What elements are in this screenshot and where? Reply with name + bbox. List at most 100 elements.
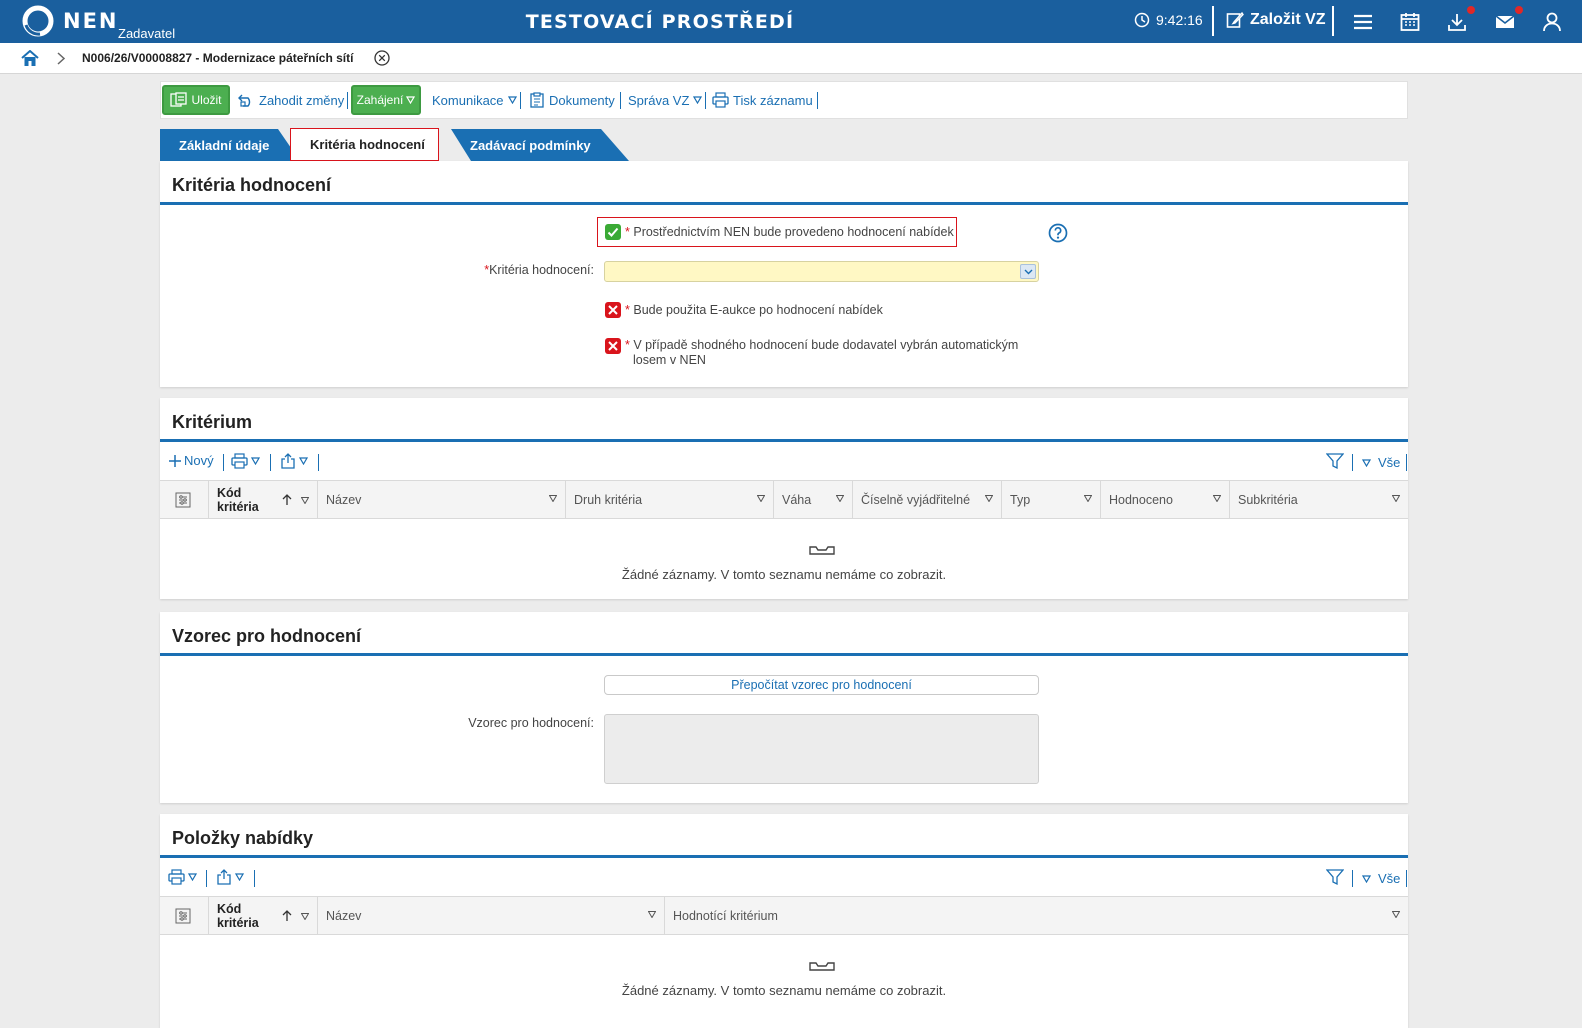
communication-menu[interactable]: Komunikace	[432, 82, 517, 118]
session-clock: 9:42:16	[1134, 12, 1203, 28]
close-icon[interactable]	[374, 50, 390, 66]
mail-button[interactable]	[1494, 6, 1523, 33]
chevron-down-icon	[693, 96, 703, 104]
column-label: Hodnotící kritérium	[673, 909, 778, 923]
column-evaluated[interactable]: Hodnoceno	[1100, 481, 1229, 519]
user-icon[interactable]	[1541, 11, 1563, 33]
column-label: Kód kritéria	[217, 486, 259, 514]
recalculate-formula-button[interactable]: Přepočítat vzorec pro hodnocení	[604, 675, 1039, 695]
criterion-panel: Kritérium Nový Vše Kód kritéria Název Dr…	[160, 398, 1408, 599]
column-criterion-kind[interactable]: Druh kritéria	[565, 481, 773, 519]
filter-icon[interactable]	[1326, 453, 1344, 470]
save-button[interactable]: Uložit	[162, 85, 230, 115]
print-menu[interactable]	[168, 869, 197, 885]
divider	[1406, 454, 1407, 471]
column-label: Typ	[1010, 493, 1031, 507]
column-numeric[interactable]: Číselně vyjádřitelné	[852, 481, 1001, 519]
column-type[interactable]: Typ	[1001, 481, 1100, 519]
column-name[interactable]: Název	[317, 481, 565, 519]
chevron-down-icon[interactable]	[301, 497, 309, 504]
empty-message: Žádné záznamy. V tomto seznamu nemáme co…	[621, 983, 947, 998]
tab-evaluation-criteria[interactable]: Kritéria hodnocení	[290, 128, 439, 161]
lottery-label: * V případě shodného hodnocení bude doda…	[625, 338, 1019, 367]
chevron-down-icon[interactable]	[1084, 495, 1092, 502]
home-icon[interactable]	[21, 50, 39, 67]
column-settings[interactable]	[160, 481, 208, 519]
nen-evaluation-checkbox[interactable]	[605, 224, 621, 240]
calendar-icon[interactable]	[1399, 11, 1421, 33]
document-icon	[530, 92, 544, 108]
filter-all-dropdown[interactable]: Vše	[1362, 871, 1400, 886]
column-label: Subkritéria	[1238, 493, 1298, 507]
print-menu[interactable]	[231, 453, 260, 469]
chevron-down-icon[interactable]	[985, 495, 993, 502]
chevron-down-icon	[507, 96, 517, 104]
offer-items-grid-header: Kód kritéria Název Hodnotící kritérium	[160, 896, 1408, 935]
column-settings[interactable]	[160, 897, 208, 935]
discard-changes-button[interactable]: Zahodit změny	[238, 82, 344, 118]
criteria-panel: Kritéria hodnocení * Prostřednictvím NEN…	[160, 161, 1408, 387]
chevron-down-icon[interactable]	[648, 911, 656, 918]
new-label: Nový	[184, 453, 214, 468]
empty-message: Žádné záznamy. V tomto seznamu nemáme co…	[621, 567, 947, 582]
print-record-button[interactable]: Tisk záznamu	[712, 82, 813, 118]
filter-icon[interactable]	[1326, 869, 1344, 886]
column-evaluation-criterion[interactable]: Hodnotící kritérium	[664, 897, 1408, 935]
column-label: Název	[326, 909, 362, 923]
download-button[interactable]	[1446, 6, 1475, 33]
column-name[interactable]: Název	[317, 897, 664, 935]
divider	[206, 870, 207, 887]
chevron-down-icon[interactable]	[757, 495, 765, 502]
column-code[interactable]: Kód kritéria	[208, 897, 317, 935]
management-label: Správa VZ	[628, 92, 690, 108]
column-subcriteria[interactable]: Subkritéria	[1229, 481, 1408, 519]
export-menu[interactable]	[216, 869, 244, 885]
formula-field-label: Vzorec pro hodnocení:	[468, 716, 594, 730]
notification-dot	[1515, 6, 1523, 14]
breadcrumb-title[interactable]: N006/26/V00008827 - Modernizace páteřníc…	[82, 51, 353, 65]
start-dropdown-button[interactable]: Zahájení	[351, 85, 421, 115]
chevron-down-icon[interactable]	[1392, 495, 1400, 502]
chevron-down-icon	[1362, 458, 1371, 467]
chevron-down-icon[interactable]	[1392, 911, 1400, 918]
chevron-down-icon[interactable]	[836, 495, 844, 502]
column-code[interactable]: Kód kritéria	[208, 481, 317, 519]
chevron-down-icon	[1362, 874, 1371, 883]
tab-label: Zadávací podmínky	[470, 137, 591, 153]
chevron-down-icon[interactable]	[1213, 495, 1221, 502]
criteria-select[interactable]	[604, 261, 1039, 282]
printer-icon	[168, 869, 185, 885]
chevron-down-icon	[235, 873, 244, 881]
formula-panel-title: Vzorec pro hodnocení	[160, 612, 1408, 656]
recalculate-label: Přepočítat vzorec pro hodnocení	[731, 678, 912, 692]
export-menu[interactable]	[280, 453, 308, 469]
chevron-down-icon[interactable]	[301, 913, 309, 920]
tab-tender-conditions[interactable]: Zadávací podmínky	[470, 129, 620, 161]
sort-up-icon[interactable]	[282, 910, 292, 922]
new-criterion-button[interactable]: Nový	[169, 453, 214, 468]
environment-title: TESTOVACÍ PROSTŘEDÍ	[525, 11, 795, 33]
tab-basic-data[interactable]: Základní údaje	[160, 129, 285, 161]
new-vz-button[interactable]: Založit VZ	[1226, 11, 1326, 29]
sort-up-icon[interactable]	[282, 494, 292, 506]
column-label: Hodnoceno	[1109, 493, 1173, 507]
chevron-down-icon[interactable]	[549, 495, 557, 502]
action-toolbar: Uložit Zahodit změny Zahájení Komunikace…	[160, 81, 1408, 119]
dropdown-toggle[interactable]	[1020, 264, 1036, 279]
menu-icon[interactable]	[1352, 11, 1374, 33]
divider	[1332, 6, 1334, 36]
start-label: Zahájení	[356, 93, 404, 107]
vz-management-menu[interactable]: Správa VZ	[628, 82, 703, 118]
documents-button[interactable]: Dokumenty	[529, 82, 615, 118]
printer-icon	[712, 92, 729, 108]
offer-items-grid-toolbar: Vše	[160, 858, 1408, 896]
filter-all-dropdown[interactable]: Vše	[1362, 455, 1400, 470]
divider	[520, 92, 521, 109]
divider	[1212, 6, 1214, 36]
lottery-checkbox[interactable]	[605, 338, 621, 354]
column-weight[interactable]: Váha	[773, 481, 852, 519]
communication-label: Komunikace	[432, 92, 504, 108]
eauction-checkbox[interactable]	[605, 302, 621, 318]
divider	[223, 454, 224, 471]
help-icon[interactable]	[1048, 223, 1068, 243]
